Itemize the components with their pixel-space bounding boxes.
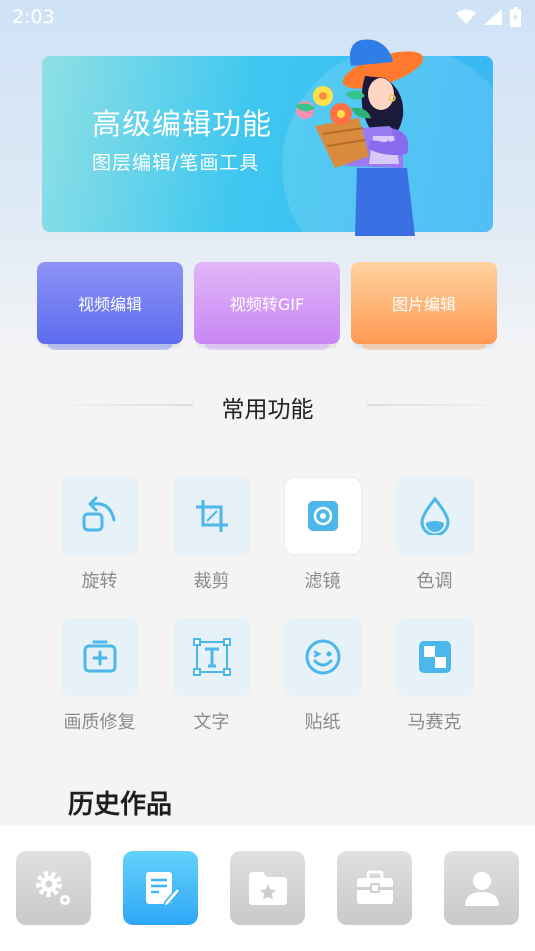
banner-subtitle: 图层编辑/笔画工具: [92, 152, 260, 174]
tool-mosaic[interactable]: 马赛克: [379, 618, 490, 748]
color-tone-icon: [420, 497, 450, 535]
tool-icon-box: [284, 477, 362, 555]
tool-icon-box: [61, 618, 139, 696]
tool-label: 画质修复: [63, 712, 136, 733]
tool-icon-box: [284, 618, 362, 696]
tool-text[interactable]: 文字: [156, 618, 267, 748]
tool-label: 马赛克: [407, 712, 462, 733]
signal-icon: [484, 9, 502, 25]
tool-sticker[interactable]: 贴纸: [267, 618, 378, 748]
tool-color-tone[interactable]: 色调: [379, 477, 490, 607]
quality-repair-icon: [83, 640, 117, 673]
tool-label: 裁剪: [193, 571, 230, 592]
tool-icon-box: [173, 477, 251, 555]
status-icons: [456, 7, 521, 27]
tool-rotate[interactable]: 旋转: [44, 477, 155, 607]
tool-label: 色调: [416, 571, 453, 592]
user-icon: [464, 872, 499, 906]
edit-note-icon: [145, 872, 181, 908]
tool-icon-box: [173, 618, 251, 696]
status-bar: 2:03: [0, 0, 535, 36]
video-to-gif-card[interactable]: 视频转GIF: [194, 262, 340, 350]
nav-settings-button[interactable]: [16, 851, 91, 925]
folder-star-icon: [248, 872, 287, 905]
wifi-icon: [456, 9, 476, 24]
tool-label: 文字: [193, 712, 230, 733]
tool-icon-box: [61, 477, 139, 555]
status-time: 2:03: [12, 6, 55, 28]
banner-title: 高级编辑功能: [92, 107, 273, 141]
common-functions-title: 常用功能: [221, 397, 314, 423]
video-to-gif-label: 视频转GIF: [229, 295, 305, 314]
tool-crop[interactable]: 裁剪: [156, 477, 267, 607]
video-edit-label: 视频编辑: [77, 295, 142, 314]
image-edit-label: 图片编辑: [391, 295, 456, 314]
card-shadow: [361, 340, 487, 350]
nav-profile-button[interactable]: [444, 851, 519, 925]
tool-icon-box: [396, 477, 474, 555]
mosaic-icon: [419, 641, 451, 673]
tool-label: 滤镜: [304, 571, 341, 592]
text-icon: [193, 638, 231, 676]
briefcase-icon: [356, 870, 393, 904]
tool-label: 旋转: [81, 571, 118, 592]
woman-with-flowers-illustration: [295, 39, 424, 236]
bottom-nav: [0, 825, 535, 951]
filter-icon: [308, 501, 338, 531]
tool-filter[interactable]: 滤镜: [267, 477, 378, 607]
tool-quality-repair[interactable]: 画质修复: [44, 618, 155, 748]
sticker-icon: [305, 639, 341, 675]
section-divider-right: [367, 404, 510, 406]
tool-icon-box: [396, 618, 474, 696]
video-edit-card[interactable]: 视频编辑: [37, 262, 183, 350]
settings-icon: [35, 871, 70, 905]
card-shadow: [204, 340, 330, 350]
history-works-title: 历史作品: [68, 790, 173, 820]
nav-folder-button[interactable]: [230, 851, 305, 925]
tool-label: 贴纸: [304, 712, 341, 733]
battery-charging-icon: [510, 7, 521, 27]
nav-toolbox-button[interactable]: [337, 851, 412, 925]
nav-edit-button[interactable]: [123, 851, 198, 925]
card-shadow: [47, 340, 173, 350]
rotate-icon: [82, 496, 116, 532]
crop-icon: [196, 500, 228, 532]
image-edit-card[interactable]: 图片编辑: [351, 262, 497, 350]
